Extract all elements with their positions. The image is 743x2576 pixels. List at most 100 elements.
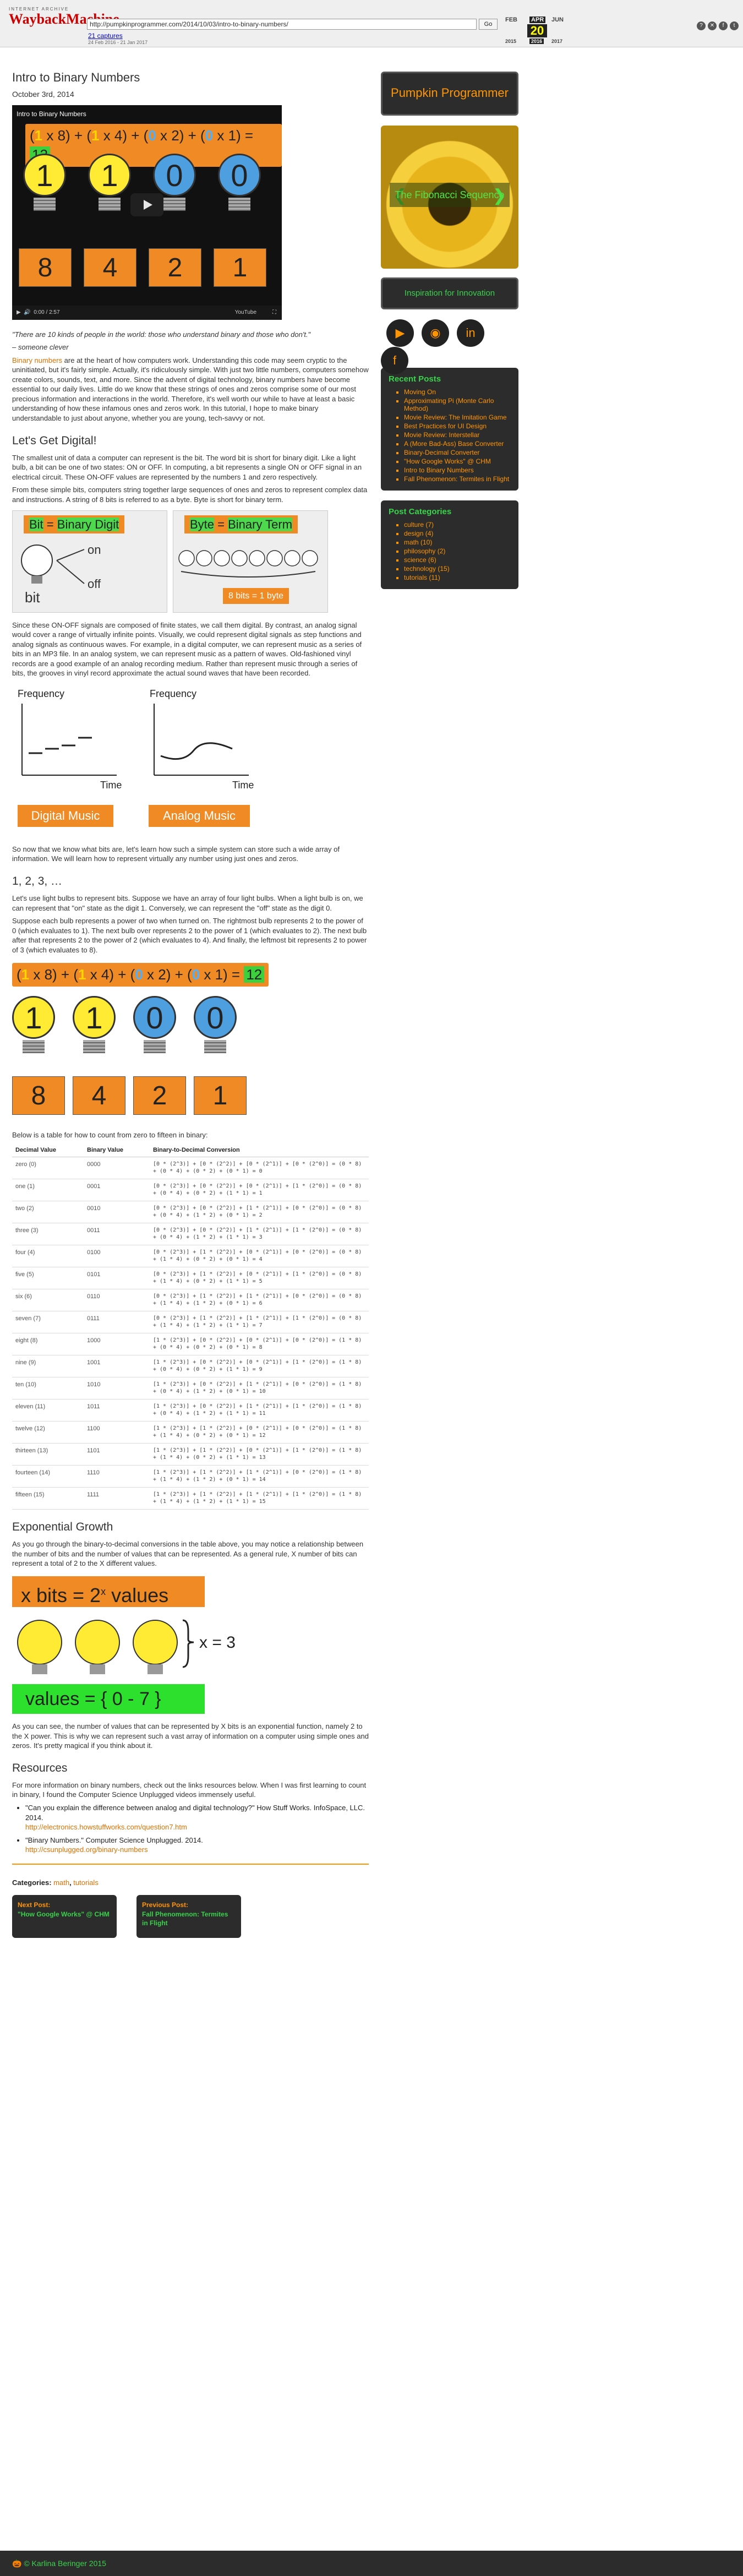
analog-time-label: Time: [232, 780, 254, 791]
facebook-icon[interactable]: f: [719, 21, 728, 30]
month-current: APR: [529, 17, 546, 23]
conversion-cell: [0 * (2^3)] + [0 * (2^2)] + [1 * (2^1)] …: [150, 1201, 369, 1223]
xbits-sup: x: [101, 1586, 106, 1597]
exp-paragraph-1: As you go through the binary-to-decimal …: [12, 1540, 364, 1568]
month-next[interactable]: JUN: [551, 17, 564, 23]
video-time: 0:00 / 2:57: [34, 309, 60, 315]
year-prev[interactable]: 2015: [505, 39, 516, 44]
url-input[interactable]: http://pumpkinprogrammer.com/2014/10/03/…: [87, 19, 477, 30]
twitter-icon[interactable]: t: [730, 21, 739, 30]
category-link[interactable]: math (10): [404, 538, 511, 546]
conversion-table: Decimal Value Binary Value Binary-to-Dec…: [12, 1144, 369, 1510]
volume-icon[interactable]: 🔊: [24, 309, 30, 315]
value-8: 8: [12, 1076, 65, 1115]
video-value-1: 1: [214, 248, 266, 287]
conversion-cell: [1 * (2^3)] + [1 * (2^2)] + [1 * (2^1)] …: [150, 1487, 369, 1510]
recent-post-link[interactable]: Movie Review: The Imitation Game: [404, 413, 511, 421]
site-title[interactable]: Pumpkin Programmer: [381, 72, 518, 116]
bulbs-equation: (1 x 8) + (1 x 4) + (0 x 2) + (0 x 1) = …: [12, 962, 269, 987]
table-row: eight (8) 1000 [1 * (2^3)] + [0 * (2^2)] +…: [12, 1333, 369, 1355]
recent-post-link[interactable]: Movie Review: Interstellar: [404, 431, 511, 439]
post-categories: Categories: math, tutorials: [12, 1878, 369, 1888]
eq-d1: 1: [34, 127, 43, 144]
next-label: Next Post:: [18, 1901, 51, 1909]
category-tutorials[interactable]: tutorials: [73, 1878, 99, 1887]
decimal-cell: five (5): [12, 1267, 84, 1289]
next-post-button[interactable]: Next Post: "How Google Works" @ CHM: [12, 1895, 117, 1938]
linkedin-icon[interactable]: in: [457, 319, 484, 347]
category-link[interactable]: tutorials (11): [404, 574, 511, 581]
categories-label: Categories:: [12, 1878, 52, 1887]
eq-d2: 1: [91, 127, 100, 144]
video-title[interactable]: Intro to Binary Numbers: [17, 110, 86, 118]
category-link[interactable]: culture (7): [404, 521, 511, 529]
digital-music-label: Digital Music: [18, 804, 113, 827]
conversion-cell: [1 * (2^3)] + [1 * (2^2)] + [0 * (2^1)] …: [150, 1443, 369, 1466]
slider-next-icon[interactable]: ❯: [493, 186, 506, 205]
resource-1-link[interactable]: http://electronics.howstuffworks.com/que…: [25, 1823, 187, 1831]
year-next[interactable]: 2017: [551, 39, 562, 44]
conversion-cell: [1 * (2^3)] + [0 * (2^2)] + [1 * (2^1)] …: [150, 1399, 369, 1422]
prev-post-button[interactable]: Previous Post: Fall Phenomenon: Termites …: [136, 1895, 241, 1938]
resource-2: "Binary Numbers." Computer Science Unplu…: [25, 1836, 369, 1855]
video-controls[interactable]: ▶ 🔊 0:00 / 2:57 YouTube ⛶: [12, 305, 282, 320]
recent-post-link[interactable]: Approximating Pi (Monte Carlo Method): [404, 397, 511, 412]
category-link[interactable]: technology (15): [404, 565, 511, 573]
close-icon[interactable]: ✕: [708, 21, 717, 30]
eq2-result: 12: [244, 966, 265, 983]
intro-lead: Binary numbers: [12, 356, 63, 364]
captures-text[interactable]: 21 captures: [88, 32, 123, 40]
category-link[interactable]: philosophy (2): [404, 547, 511, 555]
bulb-2: 1: [73, 995, 116, 1039]
youtube-logo[interactable]: YouTube: [235, 306, 256, 320]
slider-caption[interactable]: The Fibonacci Sequence: [390, 183, 510, 207]
captures-link[interactable]: 21 captures: [88, 32, 123, 40]
eq2-t3: x 2) + (: [143, 966, 192, 983]
recent-post-link[interactable]: Moving On: [404, 388, 511, 396]
featured-slider[interactable]: ❮ The Fibonacci Sequence ❯: [381, 126, 518, 269]
recent-post-link[interactable]: Binary-Decimal Converter: [404, 449, 511, 456]
binary-cell: 0011: [84, 1223, 150, 1245]
month-prev[interactable]: FEB: [505, 17, 517, 23]
facebook-icon[interactable]: f: [381, 347, 408, 374]
video-value-8: 8: [19, 248, 72, 287]
value-4: 4: [73, 1076, 125, 1115]
recent-post-link[interactable]: A (More Bad-Ass) Base Converter: [404, 440, 511, 448]
table-row: five (5) 0101 [0 * (2^3)] + [1 * (2^2)] + …: [12, 1267, 369, 1289]
col-conversion: Binary-to-Decimal Conversion: [150, 1144, 369, 1157]
help-icon[interactable]: ?: [697, 21, 706, 30]
binary-cell: 0100: [84, 1245, 150, 1267]
category-math[interactable]: math: [53, 1878, 69, 1887]
youtube-icon[interactable]: ▶: [386, 319, 414, 347]
wayback-logo[interactable]: INTERNET ARCHIVE WaybackMachine: [9, 7, 119, 39]
byte-caption: 8 bits = 1 byte: [223, 587, 289, 604]
play-button[interactable]: [130, 193, 163, 216]
fullscreen-icon[interactable]: ⛶: [272, 306, 276, 320]
eq2-d3: 0: [135, 966, 143, 983]
video-embed[interactable]: Intro to Binary Numbers (1 x 8) + (1 x 4…: [12, 105, 282, 320]
recent-post-link[interactable]: Fall Phenomenon: Termites in Flight: [404, 475, 511, 483]
decimal-cell: ten (10): [12, 1377, 84, 1399]
recent-post-link[interactable]: Intro to Binary Numbers: [404, 466, 511, 474]
resource-2-link[interactable]: http://csunplugged.org/binary-numbers: [25, 1845, 148, 1854]
play-icon[interactable]: ▶: [17, 309, 21, 315]
year-current: 2016: [529, 39, 544, 44]
decimal-cell: fifteen (15): [12, 1487, 84, 1510]
resources-list: "Can you explain the difference between …: [12, 1803, 369, 1855]
decimal-cell: six (6): [12, 1289, 84, 1311]
binary-cell: 0001: [84, 1179, 150, 1201]
category-link[interactable]: science (6): [404, 556, 511, 564]
video-bulb-base-3: [163, 197, 185, 211]
binary-cell: 1101: [84, 1443, 150, 1466]
github-icon[interactable]: ◉: [422, 319, 449, 347]
eq2-t1: x 8) + (: [29, 966, 78, 983]
intro-paragraph: Binary numbers are at the heart of how c…: [12, 356, 369, 423]
table-row: six (6) 0110 [0 * (2^3)] + [1 * (2^2)] + […: [12, 1289, 369, 1311]
go-button[interactable]: Go: [479, 19, 498, 30]
recent-post-link[interactable]: Best Practices for UI Design: [404, 422, 511, 430]
innovation-banner[interactable]: Inspiration for Innovation: [381, 277, 518, 309]
table-row: thirteen (13) 1101 [1 * (2^3)] + [1 * (2^2…: [12, 1443, 369, 1466]
category-link[interactable]: design (4): [404, 530, 511, 537]
recent-post-link[interactable]: "How Google Works" @ CHM: [404, 458, 511, 465]
music-graphs: Frequency Time Frequency Time: [18, 688, 254, 791]
